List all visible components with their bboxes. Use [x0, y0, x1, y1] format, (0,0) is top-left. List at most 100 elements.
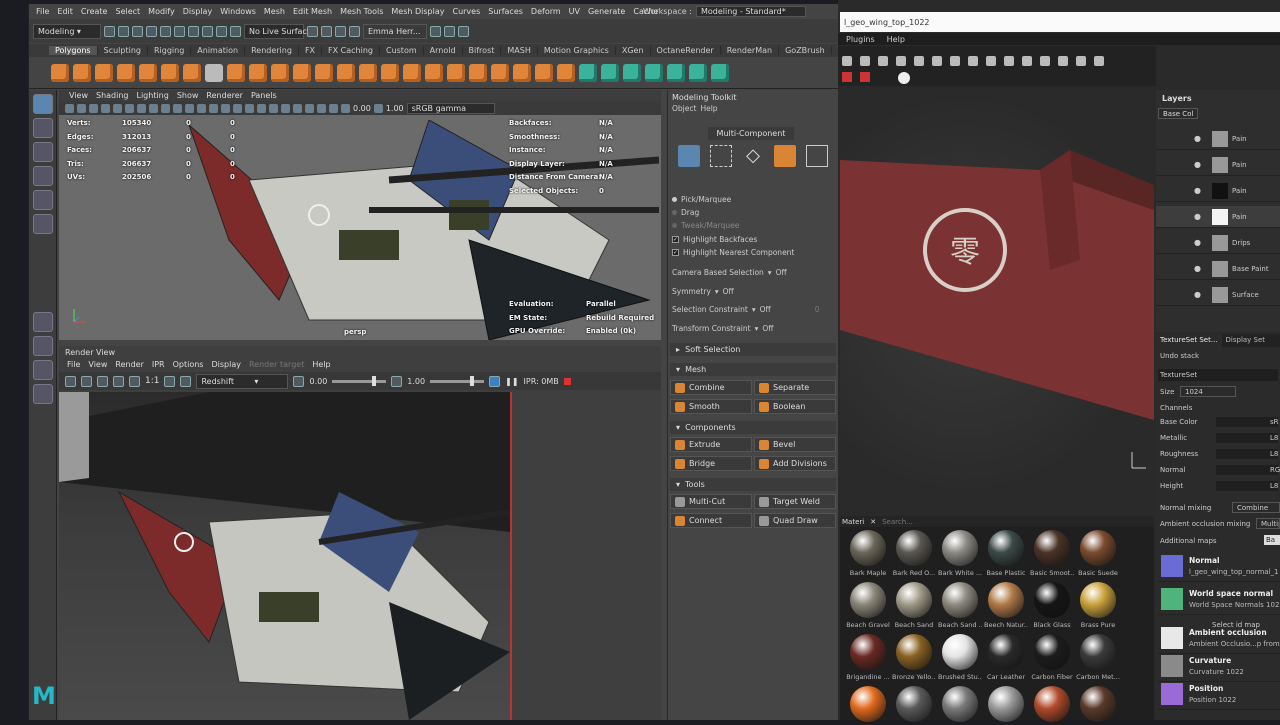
- separate-button[interactable]: Separate: [754, 380, 836, 395]
- triangulate-icon[interactable]: [535, 63, 553, 82]
- boolean-button[interactable]: Boolean: [754, 399, 836, 414]
- material-thumbnail[interactable]: [846, 686, 890, 725]
- material-thumbnail[interactable]: Car Leather: [984, 634, 1028, 681]
- menu-mesh[interactable]: Mesh: [260, 7, 289, 16]
- workspace-value[interactable]: Modeling - Standard*: [695, 5, 806, 17]
- keep-image-icon[interactable]: [180, 375, 192, 387]
- material-thumbnail[interactable]: Bark White ...: [938, 530, 982, 577]
- exposure-icon[interactable]: [341, 103, 350, 113]
- shelf-tab-sculpting[interactable]: Sculpting: [98, 46, 148, 55]
- ratio-label[interactable]: 1:1: [145, 376, 159, 386]
- xray-joints-icon[interactable]: [317, 103, 326, 113]
- text-icon[interactable]: [205, 63, 223, 82]
- cube-icon[interactable]: [73, 63, 91, 82]
- symmetry-row[interactable]: Symmetry ▾ Off: [672, 287, 734, 296]
- render-menu-options[interactable]: Options: [169, 360, 208, 369]
- highlight-nearest-checkbox[interactable]: ✓ Highlight Nearest Component: [672, 248, 794, 257]
- hypershade-icon[interactable]: [349, 25, 360, 37]
- gamma-icon[interactable]: [373, 103, 383, 113]
- fit-icon[interactable]: [164, 375, 176, 387]
- cylinder-icon[interactable]: [95, 63, 113, 82]
- shelf-tab-motion-graphics[interactable]: Motion Graphics: [538, 46, 616, 55]
- layer-row[interactable]: ● Surface: [1156, 284, 1280, 306]
- exposure-slider[interactable]: [332, 375, 387, 386]
- menu-surfaces[interactable]: Surfaces: [484, 7, 527, 16]
- cone-icon[interactable]: [117, 63, 135, 82]
- eye-icon[interactable]: ●: [1194, 290, 1201, 299]
- gate-mask-icon[interactable]: [149, 103, 158, 113]
- rotate-tool-icon[interactable]: [32, 190, 53, 210]
- shelf-tab-xgen[interactable]: XGen: [616, 46, 651, 55]
- uv-cylindrical-icon[interactable]: [601, 63, 619, 82]
- camera-icon[interactable]: [65, 103, 74, 113]
- menu-help[interactable]: Help: [881, 35, 911, 44]
- shelf-tab-arnold[interactable]: Arnold: [424, 46, 463, 55]
- component-mode-icon[interactable]: [174, 25, 185, 37]
- menu-uv[interactable]: UV: [565, 7, 584, 16]
- aa-icon[interactable]: [281, 103, 290, 113]
- alpha-icon[interactable]: [129, 375, 140, 387]
- shelf-tab-gozbrush[interactable]: GoZBrush: [779, 46, 832, 55]
- ao-mixing-dropdown[interactable]: Multiply: [1256, 518, 1280, 529]
- boolean-shelf-icon[interactable]: [315, 63, 333, 82]
- menu-modify[interactable]: Modify: [144, 7, 179, 16]
- face-mode-icon[interactable]: [774, 145, 796, 167]
- gamma-value[interactable]: 1.00: [386, 104, 404, 113]
- bevel-button[interactable]: Bevel: [754, 437, 836, 452]
- scale-tool-icon[interactable]: [32, 214, 53, 234]
- safe-action-icon[interactable]: [173, 103, 182, 113]
- perspective-viewport[interactable]: View Shading Lighting Show Renderer Panels: [59, 90, 661, 340]
- quadrangulate-icon[interactable]: [557, 63, 575, 82]
- viewport-menu-panels[interactable]: Panels: [247, 91, 281, 100]
- extrude-shelf-icon[interactable]: [337, 63, 355, 82]
- append-icon[interactable]: [447, 63, 465, 82]
- material-thumbnail[interactable]: Bark Red O...: [892, 530, 936, 577]
- uv-planar-icon[interactable]: [579, 63, 597, 82]
- shelf-search-input[interactable]: Search...: [882, 518, 913, 526]
- channel-format-field[interactable]: [1216, 481, 1278, 491]
- quad-draw-button[interactable]: Quad Draw: [754, 513, 836, 528]
- outliner-icon[interactable]: [32, 384, 53, 404]
- material-thumbnail[interactable]: Brigandine ...: [846, 634, 890, 681]
- render-settings-icon[interactable]: [335, 25, 346, 37]
- sphere-icon[interactable]: [51, 63, 69, 82]
- menu-file[interactable]: File: [32, 7, 53, 16]
- combine-shelf-icon[interactable]: [249, 63, 267, 82]
- backface-icon[interactable]: [329, 103, 338, 113]
- folder-icon[interactable]: [104, 25, 115, 37]
- bridge-button[interactable]: Bridge: [670, 456, 752, 471]
- shelf-tab-fx-caching[interactable]: FX Caching: [322, 46, 380, 55]
- material-thumbnail[interactable]: Carbon Fiber: [1030, 634, 1074, 681]
- channel-mode-dropdown[interactable]: Base Col: [1158, 108, 1198, 119]
- layer-row[interactable]: ● Pain: [1156, 206, 1280, 228]
- rgb-icon[interactable]: [113, 375, 124, 387]
- select-mode-icon[interactable]: [160, 25, 171, 37]
- shelf-tab-rigging[interactable]: Rigging: [148, 46, 192, 55]
- renderer-dropdown[interactable]: Redshift ▾: [196, 373, 289, 389]
- uv-spherical-icon[interactable]: [623, 63, 641, 82]
- baked-map-row[interactable]: Position Position 1022: [1158, 680, 1280, 710]
- home-icon[interactable]: [430, 25, 441, 37]
- render-icon[interactable]: [307, 25, 318, 37]
- stop-icon[interactable]: [563, 377, 571, 385]
- material-thumbnail[interactable]: [1076, 686, 1120, 725]
- select-tool-icon[interactable]: [32, 94, 53, 114]
- close-tab-icon[interactable]: ✕: [870, 518, 876, 526]
- paint-select-icon[interactable]: [32, 142, 53, 162]
- tools-header[interactable]: ▾ Tools: [670, 478, 836, 491]
- shelf-tab-rendering[interactable]: Rendering: [245, 46, 299, 55]
- components-header[interactable]: ▾ Components: [670, 421, 836, 434]
- channel-format-field[interactable]: [1216, 433, 1278, 443]
- gamma-slider[interactable]: [430, 375, 485, 386]
- workspace-selector[interactable]: Workspace : Modeling - Standard*: [643, 4, 806, 18]
- pick-marquee-option[interactable]: Pick/Marquee: [672, 195, 731, 204]
- snap-point-icon[interactable]: [216, 25, 227, 37]
- extrude-button[interactable]: Extrude: [670, 437, 752, 452]
- material-thumbnail[interactable]: Beech Natur...: [984, 582, 1028, 629]
- multi-component-button[interactable]: Multi-Component: [708, 127, 794, 140]
- pause-icon[interactable]: ❚❚: [505, 377, 518, 386]
- eye-icon[interactable]: ●: [1194, 160, 1201, 169]
- wireframe-on-shaded-icon[interactable]: [209, 103, 218, 113]
- redo-icon[interactable]: [146, 25, 157, 37]
- material-thumbnail[interactable]: Base Plastic: [984, 530, 1028, 577]
